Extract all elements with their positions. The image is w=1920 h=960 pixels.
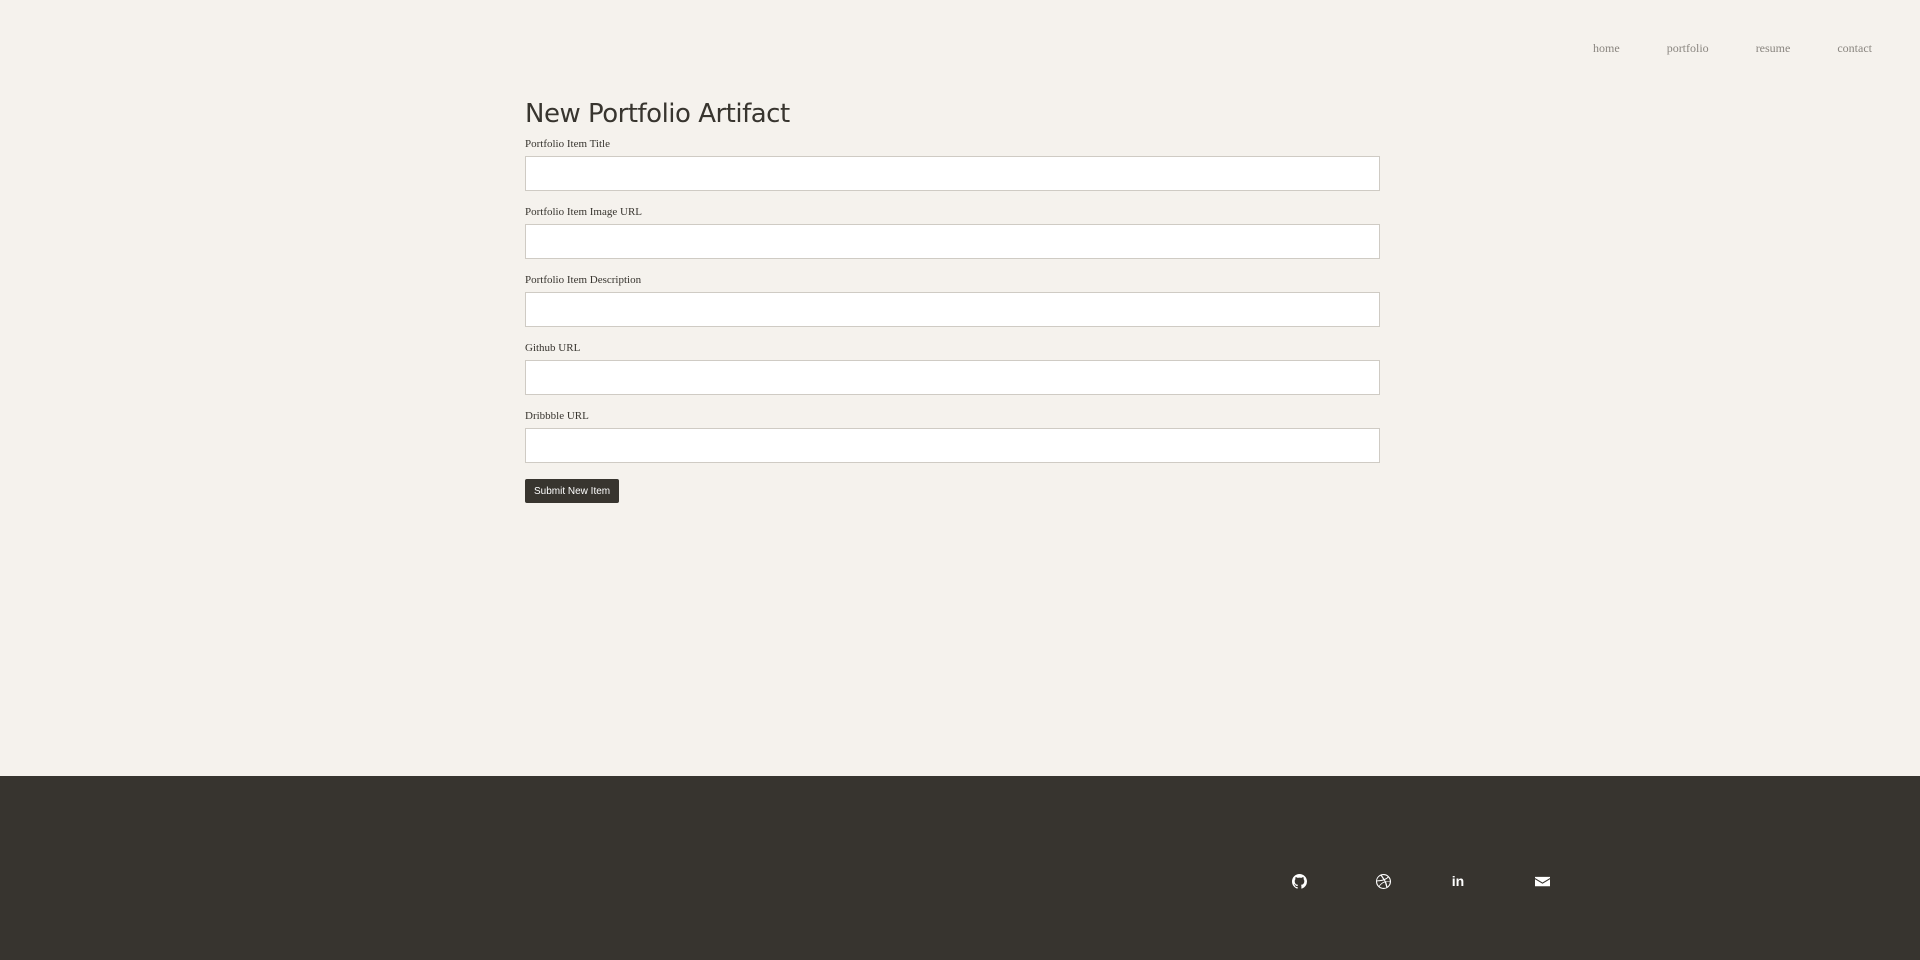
description-field-group: Portfolio Item Description <box>525 273 1380 327</box>
dribbble-url-field-label: Dribbble URL <box>525 410 589 422</box>
nav-home[interactable]: home <box>1593 40 1620 56</box>
new-portfolio-form: Portfolio Item Title Portfolio Item Imag… <box>525 137 1380 503</box>
nav-contact[interactable]: contact <box>1837 40 1872 56</box>
portfolio-form-section: New Portfolio Artifact Portfolio Item Ti… <box>525 96 1380 503</box>
dribbble-url-input[interactable] <box>525 428 1380 463</box>
github-url-input[interactable] <box>525 360 1380 395</box>
github-url-field-label: Github URL <box>525 342 581 354</box>
description-field-label: Portfolio Item Description <box>525 274 642 286</box>
title-field-label: Portfolio Item Title <box>525 138 610 150</box>
submit-new-item-button[interactable]: Submit New Item <box>525 479 620 503</box>
github-url-field-group: Github URL <box>525 341 1380 395</box>
mail-icon[interactable] <box>1533 872 1551 890</box>
title-field-group: Portfolio Item Title <box>525 137 1380 191</box>
top-nav: home portfolio resume contact <box>1546 40 1872 56</box>
nav-portfolio[interactable]: portfolio <box>1667 40 1709 56</box>
nav-resume[interactable]: resume <box>1756 40 1791 56</box>
footer: in <box>0 776 1920 960</box>
description-input[interactable] <box>525 292 1380 327</box>
page-title: New Portfolio Artifact <box>525 99 790 129</box>
dribbble-url-field-group: Dribbble URL <box>525 409 1380 463</box>
linkedin-icon[interactable]: in <box>1449 872 1467 890</box>
title-input[interactable] <box>525 156 1380 191</box>
image-url-field-group: Portfolio Item Image URL <box>525 205 1380 259</box>
page: home portfolio resume contact New Portfo… <box>0 0 1920 960</box>
image-url-field-label: Portfolio Item Image URL <box>525 206 643 218</box>
image-url-input[interactable] <box>525 224 1380 259</box>
dribbble-icon[interactable] <box>1374 872 1392 890</box>
github-icon[interactable] <box>1290 872 1308 890</box>
